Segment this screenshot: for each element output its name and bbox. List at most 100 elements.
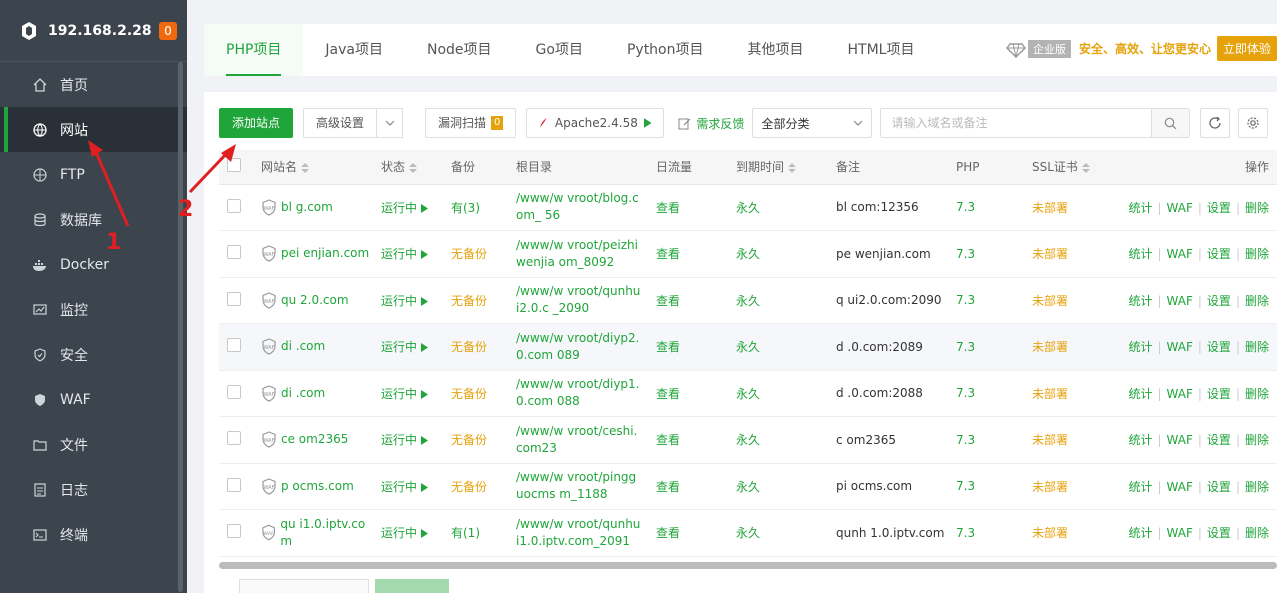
- table-row[interactable]: WAF qu i1.0.iptv.com 运行中 有(1)/www/w vroot/q…: [219, 509, 1277, 557]
- site-remark[interactable]: d .0.com:2089: [828, 323, 948, 371]
- site-ssl[interactable]: 未部署: [1024, 323, 1104, 371]
- select-all-checkbox[interactable]: [227, 158, 241, 173]
- site-root-link[interactable]: /www/w vroot/pingguocms m_1188: [516, 469, 641, 503]
- site-traffic-link[interactable]: 查看: [648, 184, 728, 231]
- op-0-link[interactable]: 统计: [1128, 480, 1152, 494]
- op-0-link[interactable]: 统计: [1128, 294, 1152, 308]
- feedback-link[interactable]: 需求反馈: [678, 115, 744, 132]
- site-traffic-link[interactable]: 查看: [648, 370, 728, 417]
- op-3-link[interactable]: 删除: [1245, 387, 1269, 401]
- try-now-button[interactable]: 立即体验: [1216, 36, 1277, 61]
- tab-2[interactable]: Node项目: [405, 24, 514, 76]
- site-ssl[interactable]: 未部署: [1024, 370, 1104, 417]
- row-checkbox[interactable]: [227, 524, 241, 539]
- table-row[interactable]: WAF di .com 运行中 无备份/www/w vroot/diyp1.0.com…: [219, 370, 1277, 417]
- site-name-link[interactable]: bl g.com: [281, 199, 333, 216]
- op-0-link[interactable]: 统计: [1128, 247, 1152, 261]
- refresh-button[interactable]: [1200, 108, 1231, 138]
- advanced-dropdown-toggle[interactable]: [377, 108, 404, 138]
- site-status[interactable]: 运行中: [373, 184, 443, 231]
- table-row[interactable]: WAF bl g.com 运行中 有(3)/www/w vroot/blog.com_…: [219, 184, 1277, 231]
- table-row[interactable]: WAF di .com 运行中 无备份/www/w vroot/diyp2.0.com…: [219, 323, 1277, 371]
- site-root-link[interactable]: /www/w vroot/qunhui2.0.c _2090: [516, 283, 641, 317]
- site-name-link[interactable]: qu 2.0.com: [281, 292, 349, 309]
- site-backup[interactable]: 有(3): [443, 184, 508, 231]
- op-1-link[interactable]: WAF: [1167, 480, 1193, 494]
- sidebar-item-8[interactable]: 文件: [0, 422, 187, 467]
- batch-execute-button[interactable]: [375, 579, 449, 593]
- col-name[interactable]: 网站名: [253, 150, 373, 185]
- site-backup[interactable]: 无备份: [443, 323, 508, 371]
- table-row[interactable]: WAF pei enjian.com 运行中 无备份/www/w vroot/peiz…: [219, 230, 1277, 278]
- notification-badge[interactable]: 0: [159, 21, 177, 40]
- op-1-link[interactable]: WAF: [1167, 433, 1193, 447]
- site-ssl[interactable]: 未部署: [1024, 509, 1104, 557]
- op-2-link[interactable]: 设置: [1207, 340, 1231, 354]
- op-0-link[interactable]: 统计: [1128, 433, 1152, 447]
- site-name-link[interactable]: pei enjian.com: [281, 245, 369, 262]
- site-backup[interactable]: 无备份: [443, 277, 508, 324]
- site-status[interactable]: 运行中: [373, 416, 443, 464]
- site-status[interactable]: 运行中: [373, 230, 443, 278]
- apache-button[interactable]: Apache2.4.58: [526, 108, 665, 138]
- sidebar-item-10[interactable]: 终端: [0, 512, 187, 557]
- site-name-link[interactable]: p ocms.com: [281, 478, 354, 495]
- op-2-link[interactable]: 设置: [1207, 201, 1231, 215]
- tab-3[interactable]: Go项目: [514, 24, 605, 76]
- row-checkbox[interactable]: [227, 245, 241, 260]
- op-3-link[interactable]: 删除: [1245, 480, 1269, 494]
- op-1-link[interactable]: WAF: [1167, 294, 1193, 308]
- op-2-link[interactable]: 设置: [1207, 433, 1231, 447]
- vuln-scan-button[interactable]: 漏洞扫描 0: [425, 108, 517, 138]
- search-input[interactable]: [881, 109, 1152, 137]
- row-checkbox[interactable]: [227, 477, 241, 492]
- settings-button[interactable]: [1238, 108, 1269, 138]
- sidebar-item-7[interactable]: WAF: [0, 377, 187, 422]
- site-remark[interactable]: q ui2.0.com:2090: [828, 277, 948, 324]
- category-select[interactable]: 全部分类: [752, 108, 873, 138]
- op-3-link[interactable]: 删除: [1245, 433, 1269, 447]
- row-checkbox[interactable]: [227, 384, 241, 399]
- col-status[interactable]: 状态: [373, 150, 443, 185]
- op-1-link[interactable]: WAF: [1167, 526, 1193, 540]
- site-expire[interactable]: 永久: [728, 509, 828, 557]
- sidebar-item-3[interactable]: 数据库: [0, 197, 187, 242]
- site-traffic-link[interactable]: 查看: [648, 230, 728, 278]
- site-ssl[interactable]: 未部署: [1024, 184, 1104, 231]
- site-expire[interactable]: 永久: [728, 416, 828, 464]
- site-name-link[interactable]: ce om2365: [281, 431, 348, 448]
- site-ssl[interactable]: 未部署: [1024, 416, 1104, 464]
- sidebar-item-2[interactable]: FTP: [0, 152, 187, 197]
- op-0-link[interactable]: 统计: [1128, 340, 1152, 354]
- site-status[interactable]: 运行中: [373, 463, 443, 510]
- op-3-link[interactable]: 删除: [1245, 340, 1269, 354]
- site-root-link[interactable]: /www/w vroot/ceshi.com23: [516, 423, 641, 457]
- col-ssl[interactable]: SSL证书: [1024, 150, 1104, 185]
- op-2-link[interactable]: 设置: [1207, 526, 1231, 540]
- op-2-link[interactable]: 设置: [1207, 480, 1231, 494]
- table-horizontal-scrollbar[interactable]: [219, 562, 1277, 569]
- tab-0[interactable]: PHP项目: [204, 24, 304, 76]
- site-ssl[interactable]: 未部署: [1024, 230, 1104, 278]
- row-checkbox[interactable]: [227, 431, 241, 446]
- table-row[interactable]: WAF ce om2365 运行中 无备份/www/w vroot/ceshi.com…: [219, 416, 1277, 464]
- row-checkbox[interactable]: [227, 198, 241, 213]
- sidebar-item-5[interactable]: 监控: [0, 287, 187, 332]
- sidebar-item-1[interactable]: 网站: [0, 107, 187, 152]
- site-php[interactable]: 7.3: [948, 370, 1024, 417]
- site-status[interactable]: 运行中: [373, 277, 443, 324]
- site-ssl[interactable]: 未部署: [1024, 463, 1104, 510]
- sidebar-item-0[interactable]: 首页: [0, 62, 187, 107]
- site-ssl[interactable]: 未部署: [1024, 277, 1104, 324]
- site-backup[interactable]: 无备份: [443, 230, 508, 278]
- row-checkbox[interactable]: [227, 291, 241, 306]
- site-expire[interactable]: 永久: [728, 370, 828, 417]
- add-site-button[interactable]: 添加站点: [219, 108, 294, 138]
- op-0-link[interactable]: 统计: [1128, 387, 1152, 401]
- site-php[interactable]: 7.3: [948, 230, 1024, 278]
- op-2-link[interactable]: 设置: [1207, 387, 1231, 401]
- op-3-link[interactable]: 删除: [1245, 526, 1269, 540]
- op-3-link[interactable]: 删除: [1245, 201, 1269, 215]
- tab-5[interactable]: 其他项目: [726, 24, 826, 76]
- site-name-link[interactable]: di .com: [281, 338, 325, 355]
